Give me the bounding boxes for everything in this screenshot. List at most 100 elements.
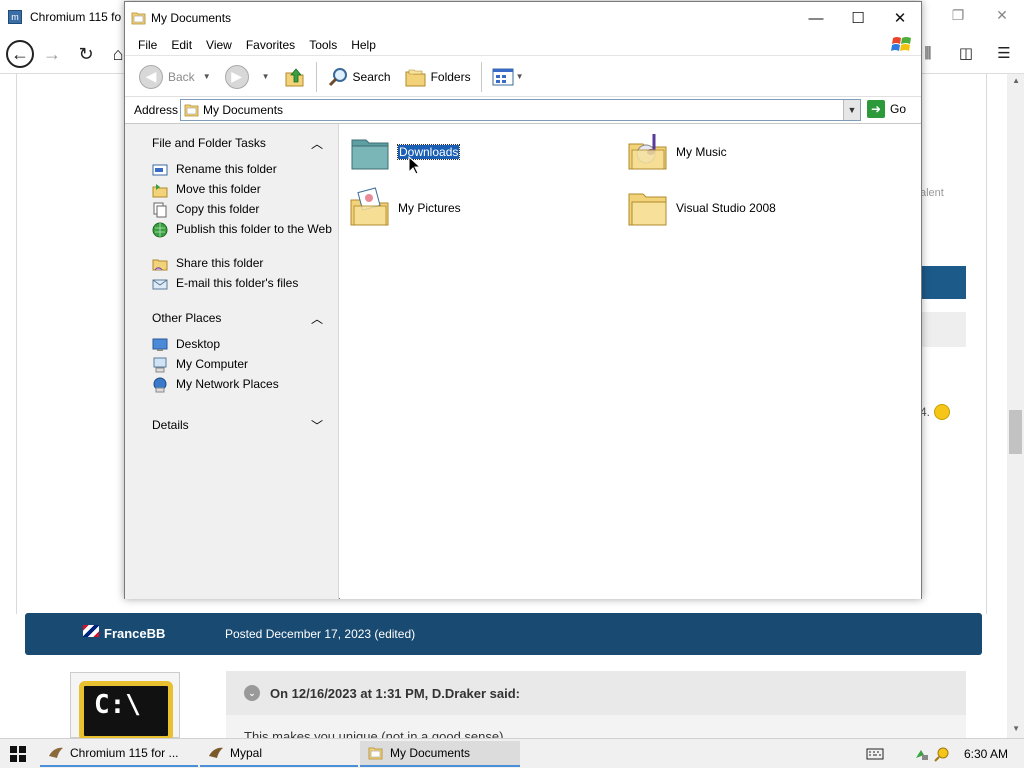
file-folder-tasks-title[interactable]: File and Folder Tasks [152,136,266,150]
browser-forward-icon[interactable]: → [38,40,66,68]
place-my-computer[interactable]: My Computer [152,357,332,373]
up-folder-icon [285,67,304,86]
menu-file[interactable]: File [131,38,164,52]
page-emoji-line: 4. [920,404,951,420]
post-header: FranceBB Posted December 17, 2023 (edite… [25,613,982,655]
file-item-my-pictures[interactable]: My Pictures [348,186,461,230]
explorer-titlebar[interactable]: My Documents — ☐ ✕ [125,2,921,34]
task-copy-label: Copy this folder [176,202,260,216]
standard-toolbar: ◀ Back ▼ ▶ ▼ Search Folders ▼ [125,57,921,97]
menu-view[interactable]: View [199,38,239,52]
expand-chevron-icon[interactable]: ﹀ [309,417,325,433]
task-share-folder[interactable]: Share this folder [152,256,332,272]
scroll-down-icon[interactable]: ▼ [1012,724,1020,733]
toolbar-separator-2 [480,61,482,92]
minimize-icon[interactable]: — [795,2,837,34]
start-button[interactable] [0,739,36,768]
place-desktop[interactable]: Desktop [152,337,332,353]
maximize-icon[interactable]: ☐ [837,2,879,34]
move-icon [152,184,168,198]
task-copy-folder[interactable]: Copy this folder [152,202,332,218]
publish-web-icon [152,222,168,238]
other-places-title[interactable]: Other Places [152,311,221,325]
close-icon[interactable]: ✕ [879,2,921,34]
network-tray-icon[interactable] [914,746,930,762]
folders-icon [405,69,426,86]
browser-restore-icon[interactable]: ❐ [936,0,980,30]
page-grey-button[interactable] [920,312,966,347]
file-item-visual-studio-2008[interactable]: Visual Studio 2008 [626,186,776,230]
folder-icon [131,12,146,25]
go-label: Go [890,102,907,116]
forward-button[interactable]: ▶ ▼ [221,61,280,93]
menu-favorites[interactable]: Favorites [239,38,302,52]
browser-back-icon[interactable]: ← [6,40,34,68]
browser-scrollbar-thumb[interactable] [1009,410,1022,454]
menu-icon[interactable]: ☰ [992,40,1016,66]
taskbar-item-chromium[interactable]: Chromium 115 for ... [40,741,198,767]
folders-button[interactable]: Folders [401,61,475,93]
my-documents-icon [184,104,199,117]
file-item-my-music[interactable]: My Music [626,130,727,174]
browser-scrollbar[interactable] [1007,74,1024,738]
browser-tab[interactable]: m Chromium 115 fo [0,0,126,34]
music-folder-icon [628,134,667,170]
taskbar-item-my-documents[interactable]: My Documents [360,741,520,767]
copy-icon [153,202,167,218]
page-left-border [16,74,17,614]
place-my-network[interactable]: My Network Places [152,377,332,393]
task-pane: File and Folder Tasks ︿ Rename this fold… [125,124,339,599]
folder-icon [628,193,667,226]
views-button[interactable]: ▼ [488,61,534,93]
post-date[interactable]: Posted December 17, 2023 (edited) [225,627,415,641]
details-title[interactable]: Details [152,418,189,432]
forward-dropdown-icon[interactable]: ▼ [262,72,270,81]
taskbar: Chromium 115 for ... Mypal My Documents … [0,738,1024,768]
search-tray-icon[interactable] [934,746,950,762]
menu-edit[interactable]: Edit [164,38,199,52]
toolbar-separator [315,61,317,92]
page-blue-button[interactable] [920,266,966,299]
back-button[interactable]: ◀ Back ▼ [135,61,221,93]
network-places-icon [153,377,167,393]
browser-close-icon[interactable]: ✕ [980,0,1024,30]
collapse-chevron-icon[interactable]: ︿ [309,135,325,151]
address-dropdown-icon[interactable]: ▼ [843,100,860,120]
avatar-image: C:\ [79,681,173,741]
task-publish-label: Publish this folder to the Web [176,222,332,236]
taskbar-item-mypal[interactable]: Mypal [200,741,358,767]
address-input[interactable]: My Documents ▼ [180,99,861,121]
views-dropdown-icon[interactable]: ▼ [516,72,524,81]
windows-start-icon [10,746,26,762]
task-rename-folder[interactable]: Rename this folder [152,162,332,178]
system-tray: 6:30 AM [866,739,1024,768]
menu-tools[interactable]: Tools [302,38,344,52]
menu-help[interactable]: Help [344,38,383,52]
go-button[interactable]: ➜ Go [867,100,906,118]
keyboard-icon[interactable] [866,747,884,761]
page-right-border [986,74,987,614]
search-label: Search [352,69,391,84]
scroll-up-icon[interactable]: ▲ [1012,76,1020,85]
file-item-downloads[interactable]: Downloads [348,130,461,174]
search-button[interactable]: Search [323,61,395,93]
task-move-folder[interactable]: Move this folder [152,182,332,198]
post-author[interactable]: FranceBB [104,626,165,641]
back-dropdown-icon[interactable]: ▼ [203,72,211,81]
quote-collapse-icon[interactable]: ⌄ [244,685,260,701]
up-folder-button[interactable] [280,61,310,93]
task-email-files[interactable]: E-mail this folder's files [152,276,332,292]
address-value: My Documents [203,103,284,117]
browser-reload-icon[interactable]: ↻ [72,40,100,68]
task-share-label: Share this folder [176,256,264,270]
quote-box: ⌄ On 12/16/2023 at 1:31 PM, D.Draker sai… [226,671,966,744]
sidebar-icon[interactable]: ◫ [954,40,978,66]
avatar[interactable]: C:\ [70,672,180,741]
pictures-folder-icon [350,187,389,226]
collapse-chevron-icon[interactable]: ︿ [309,310,325,326]
task-publish-web[interactable]: Publish this folder to the Web [152,222,332,238]
clock[interactable]: 6:30 AM [964,747,1008,761]
file-name: My Pictures [398,201,461,215]
chromium-app-icon [49,747,63,758]
explorer-body: File and Folder Tasks ︿ Rename this fold… [125,123,921,599]
